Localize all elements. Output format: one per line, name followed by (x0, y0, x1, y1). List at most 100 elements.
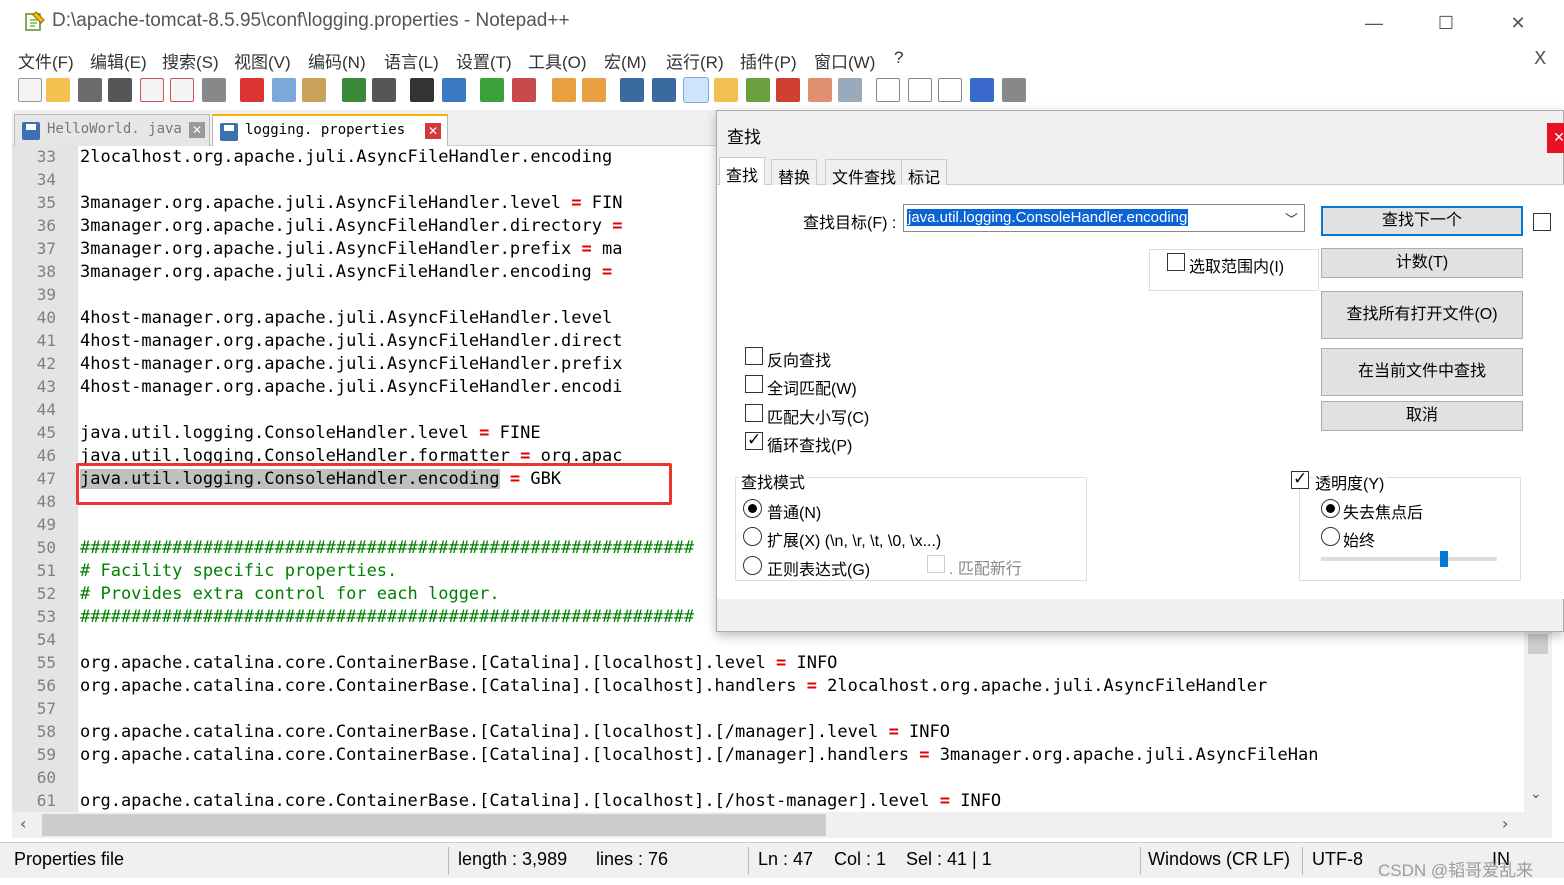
code-line[interactable]: 3manager.org.apache.juli.AsyncFileHandle… (80, 216, 622, 236)
scroll-left-icon[interactable]: ‹ (20, 814, 26, 833)
stop-macro-icon[interactable] (908, 78, 932, 102)
code-line[interactable]: ########################################… (80, 607, 694, 627)
chevron-down-icon[interactable]: ﹀ (1285, 209, 1298, 228)
undo-icon[interactable] (342, 78, 366, 102)
transparency-slider[interactable] (1321, 557, 1497, 561)
record-macro-icon[interactable] (876, 78, 900, 102)
scroll-right-icon[interactable]: › (1502, 814, 1508, 833)
find-in-current-button[interactable]: 在当前文件中查找 (1321, 348, 1523, 396)
save-macro-icon[interactable] (1002, 78, 1026, 102)
function-list-icon[interactable] (776, 78, 800, 102)
match-newline-checkbox[interactable] (927, 555, 945, 573)
code-line[interactable]: ########################################… (80, 538, 694, 558)
replace-icon[interactable] (442, 78, 466, 102)
close-file-icon[interactable] (140, 78, 164, 102)
code-line[interactable]: 2localhost.org.apache.juli.AsyncFileHand… (80, 147, 612, 167)
paste-icon[interactable] (302, 78, 326, 102)
mode-regex-radio[interactable] (743, 556, 762, 575)
code-line[interactable]: org.apache.catalina.core.ContainerBase.[… (80, 791, 1001, 811)
in-selection-checkbox[interactable] (1167, 253, 1185, 271)
close-all-icon[interactable] (170, 78, 194, 102)
indent-guide-icon[interactable] (683, 77, 709, 103)
code-line[interactable]: # Provides extra control for each logger… (80, 584, 500, 604)
backward-checkbox[interactable] (745, 347, 763, 365)
close-doc-button[interactable]: X (1534, 48, 1546, 69)
folder-workspace-icon[interactable] (808, 78, 832, 102)
find-next-button[interactable]: 查找下一个 (1321, 206, 1523, 236)
transparency-slider-thumb[interactable] (1440, 551, 1449, 567)
find-icon[interactable] (410, 78, 434, 102)
tab-helloworld[interactable]: HelloWorld. java ✕ (14, 114, 210, 146)
find-target-value[interactable]: java.util.logging.ConsoleHandler.encodin… (907, 209, 1189, 226)
menu-window[interactable]: 窗口(W) (814, 48, 875, 73)
tab-logging-properties[interactable]: logging. properties ✕ (212, 114, 448, 146)
minimize-button[interactable]: — (1352, 6, 1396, 40)
find-all-open-button[interactable]: 查找所有打开文件(O) (1321, 291, 1523, 339)
cancel-button[interactable]: 取消 (1321, 401, 1523, 431)
code-line[interactable]: 4host-manager.org.apache.juli.AsyncFileH… (80, 331, 622, 351)
show-all-chars-icon[interactable] (652, 78, 676, 102)
wrap-around-checkbox[interactable] (745, 430, 763, 450)
monitoring-icon[interactable] (838, 78, 862, 102)
count-button[interactable]: 计数(T) (1321, 248, 1523, 278)
always-radio[interactable] (1321, 527, 1340, 546)
code-line[interactable]: 4host-manager.org.apache.juli.AsyncFileH… (80, 308, 612, 328)
close-button[interactable]: ✕ (1496, 6, 1540, 40)
code-line[interactable]: 3manager.org.apache.juli.AsyncFileHandle… (80, 239, 622, 259)
new-file-icon[interactable] (18, 78, 42, 102)
code-line[interactable]: 4host-manager.org.apache.juli.AsyncFileH… (80, 377, 622, 397)
on-lose-focus-radio[interactable] (1321, 499, 1340, 518)
match-case-checkbox[interactable] (745, 404, 763, 422)
scroll-down-icon[interactable]: ⌄ (1530, 786, 1542, 802)
sync-vertical-icon[interactable] (552, 78, 576, 102)
tab-mark[interactable]: 标记 (901, 159, 948, 187)
run-macro-multiple-icon[interactable] (970, 78, 994, 102)
code-line[interactable]: 3manager.org.apache.juli.AsyncFileHandle… (80, 193, 622, 213)
code-line[interactable]: org.apache.catalina.core.ContainerBase.[… (80, 653, 837, 673)
tab-close-icon[interactable]: ✕ (189, 122, 205, 138)
code-line[interactable]: # Facility specific properties. (80, 561, 397, 581)
whole-word-checkbox[interactable] (745, 375, 763, 393)
horizontal-scrollbar[interactable]: ‹ › (12, 812, 1552, 838)
dialog-close-button[interactable]: ✕ (1547, 123, 1564, 153)
code-line[interactable]: 3manager.org.apache.juli.AsyncFileHandle… (80, 262, 612, 282)
find-target-combo[interactable]: java.util.logging.ConsoleHandler.encodin… (903, 204, 1305, 232)
menu-run[interactable]: 运行(R) (666, 48, 724, 73)
code-line[interactable]: java.util.logging.ConsoleHandler.level =… (80, 423, 541, 443)
redo-icon[interactable] (372, 78, 396, 102)
menu-settings[interactable]: 设置(T) (456, 48, 512, 73)
menu-plugins[interactable]: 插件(P) (740, 48, 797, 73)
print-icon[interactable] (202, 78, 226, 102)
word-wrap-icon[interactable] (620, 78, 644, 102)
menu-tools[interactable]: 工具(O) (528, 48, 587, 73)
menu-language[interactable]: 语言(L) (384, 48, 439, 73)
code-line[interactable]: org.apache.catalina.core.ContainerBase.[… (80, 745, 1318, 765)
copy-icon[interactable] (272, 78, 296, 102)
menu-edit[interactable]: 编辑(E) (90, 48, 147, 73)
scroll-thumb[interactable] (42, 814, 826, 836)
menu-help[interactable]: ? (894, 48, 903, 68)
code-line[interactable]: 4host-manager.org.apache.juli.AsyncFileH… (80, 354, 622, 374)
menu-search[interactable]: 搜索(S) (162, 48, 219, 73)
menu-view[interactable]: 视图(V) (234, 48, 291, 73)
transparency-checkbox[interactable] (1291, 469, 1309, 489)
save-all-icon[interactable] (108, 78, 132, 102)
tab-replace[interactable]: 替换 (771, 159, 818, 187)
save-icon[interactable] (78, 78, 102, 102)
extra-checkbox[interactable] (1533, 213, 1551, 231)
tab-close-icon[interactable]: ✕ (425, 123, 441, 139)
lang-icon[interactable] (714, 78, 738, 102)
tab-find[interactable]: 查找 (719, 157, 766, 186)
menu-macro[interactable]: 宏(M) (604, 48, 646, 73)
maximize-button[interactable]: ☐ (1424, 6, 1468, 40)
code-line[interactable]: org.apache.catalina.core.ContainerBase.[… (80, 676, 1267, 696)
zoom-out-icon[interactable] (512, 78, 536, 102)
cut-icon[interactable] (240, 78, 264, 102)
mode-extended-radio[interactable] (743, 527, 762, 546)
open-file-icon[interactable] (46, 78, 70, 102)
zoom-in-icon[interactable] (480, 78, 504, 102)
scroll-thumb[interactable] (1528, 634, 1548, 654)
doc-map-icon[interactable] (746, 78, 770, 102)
code-line[interactable]: org.apache.catalina.core.ContainerBase.[… (80, 722, 950, 742)
menu-file[interactable]: 文件(F) (18, 48, 74, 73)
